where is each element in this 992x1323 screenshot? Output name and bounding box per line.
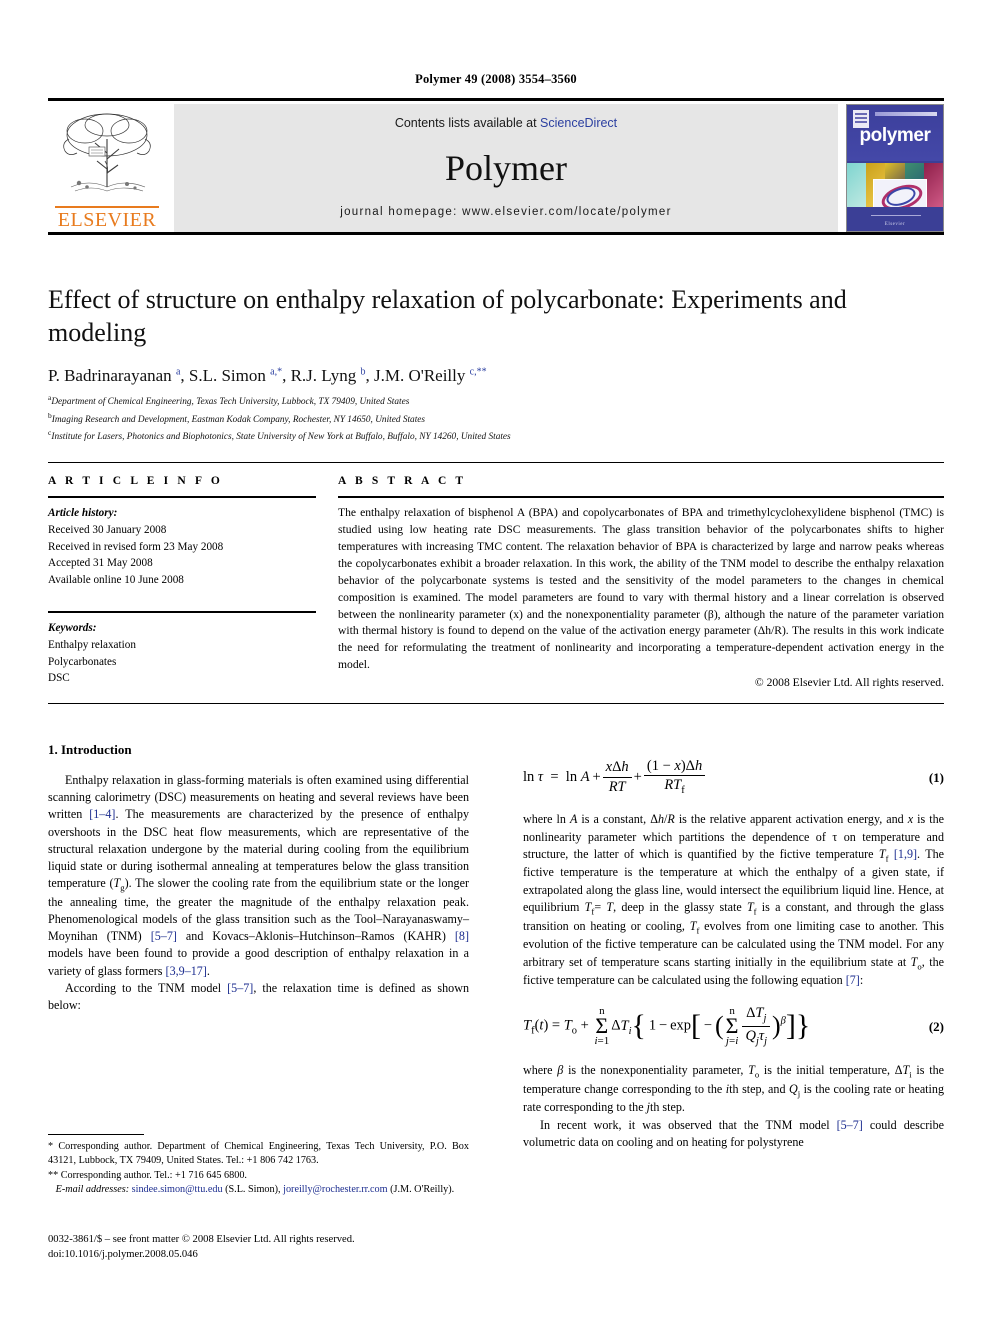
sciencedirect-link[interactable]: ScienceDirect [540,116,617,130]
email-link-2[interactable]: joreilly@rochester.rr.com [283,1184,387,1195]
intro-paragraph-3: where ln A is a constant, Δh/R is the re… [523,812,944,988]
abstract-text: The enthalpy relaxation of bisphenol A (… [338,506,944,672]
equation-2-number: (2) [928,1018,944,1034]
article-title: Effect of structure on enthalpy relaxati… [48,285,847,347]
article-history-label: Article history: [48,507,118,519]
equation-2-row: Tf(t) = To + n Σi=1ΔTi{ 1 − exp[ − (n Σj=i… [523,1005,944,1047]
intro-paragraph-2: According to the TNM model [5–7], the re… [48,980,470,1012]
abstract-heading: A B S T R A C T [338,475,467,487]
intro-paragraph-5: In recent work, it was observed that the… [523,1117,944,1149]
info-abstract-block: A R T I C L E I N F O Article history: R… [48,462,944,705]
elsevier-logo: ELSEVIER [48,104,166,232]
affiliation-list: aDepartment of Chemical Engineering, Tex… [48,392,928,445]
corresponding-author-note-1: * Corresponding author. Department of Ch… [48,1141,469,1167]
cover-footer-rule [871,215,921,216]
masthead-bottom-rule [48,232,944,235]
body-columns: 1. Introduction Enthalpy relaxation in g… [48,742,944,1151]
keyword-item: Polycarbonates [48,655,117,668]
affiliation-item: bImaging Research and Development, Eastm… [48,410,426,425]
section-heading-introduction: 1. Introduction [48,742,132,757]
history-item: Available online 10 June 2008 [48,574,184,587]
email-addresses-note: E-mail addresses: sindee.simon@ttu.edu (… [48,1183,469,1197]
abstract-rule [338,496,944,498]
body-column-left: 1. Introduction Enthalpy relaxation in g… [48,742,469,1151]
journal-masthead: ELSEVIER Contents lists available at Sci… [48,98,944,235]
article-history: Article history: Received 30 January 200… [48,505,316,589]
masthead-center-band: Contents lists available at ScienceDirec… [174,104,838,232]
article-info-column: A R T I C L E I N F O Article history: R… [48,475,316,689]
history-item: Accepted 31 May 2008 [48,557,153,570]
keywords-rule [48,610,316,613]
equation-1-row: ln τ = ln A + xΔh RT + (1 − x)Δh RTf (1) [523,758,944,797]
cover-journal-title: polymer [859,125,931,146]
intro-paragraph-1: Enthalpy relaxation in glass-forming mat… [48,773,470,978]
body-column-right: ln τ = ln A + xΔh RT + (1 − x)Δh RTf (1) wher… [523,742,944,1151]
elsevier-wordmark: ELSEVIER [55,206,159,230]
elsevier-tree-icon [63,113,151,192]
abstract-column: A B S T R A C T The enthalpy relaxation … [338,475,944,689]
history-item: Received 30 January 2008 [48,523,167,536]
running-head: Polymer 49 (2008) 3554–3560 [415,72,577,86]
email-link-1[interactable]: sindee.simon@ttu.edu [132,1184,223,1195]
email-owner-1: (S.L. Simon), [225,1184,281,1196]
contents-available-line: Contents lists available at ScienceDirec… [395,116,617,130]
journal-article-page: Polymer 49 (2008) 3554–3560 ELSEVIER Con… [0,0,992,1323]
keywords-block: Keywords: Enthalpy relaxation Polycarbon… [48,620,316,687]
info-bottom-rule [48,703,944,705]
corresponding-author-note-2: ** Corresponding author. Tel.: +1 716 64… [48,1169,247,1181]
abstract-copyright: © 2008 Elsevier Ltd. All rights reserved… [754,676,944,690]
email-owner-2: (J.M. O'Reilly). [390,1184,455,1196]
keyword-item: DSC [48,672,70,685]
keywords-label: Keywords: [48,621,97,634]
keyword-item: Enthalpy relaxation [48,638,136,651]
article-info-heading: A R T I C L E I N F O [48,475,223,487]
equation-1-number: (1) [928,769,944,785]
cover-bottom-band [847,207,943,231]
cover-publisher-footer: Elsevier [884,222,906,227]
equation-2: Tf(t) = To + n Σi=1ΔTi{ 1 − exp[ − (n Σj=i… [523,1005,811,1047]
doi-line: doi:10.1016/j.polymer.2008.05.046 [48,1249,198,1261]
journal-homepage-link[interactable]: journal homepage: www.elsevier.com/locat… [340,206,672,218]
journal-title: Polymer [445,148,567,188]
issn-copyright-line: 0032-3861/$ – see front matter © 2008 El… [48,1234,355,1245]
equation-1: ln τ = ln A + xΔh RT + (1 − x)Δh RTf [523,758,707,797]
journal-cover-thumbnail[interactable]: polymer Elsevier [846,104,944,232]
intro-paragraph-4: where β is the nonexponentiality paramet… [523,1062,944,1115]
cover-stripe [875,112,937,116]
info-top-rule [48,462,944,463]
page-footer: 0032-3861/$ – see front matter © 2008 El… [48,1232,548,1263]
history-item: Received in revised form 23 May 2008 [48,540,224,553]
affiliation-item: cInstitute for Lasers, Photonics and Bio… [48,428,511,443]
masthead-top-rule [48,98,944,101]
affiliation-item: aDepartment of Chemical Engineering, Tex… [48,393,410,408]
contents-prefix: Contents lists available at [394,116,541,130]
email-label: E-mail addresses: [55,1184,130,1196]
footnote-block: * Corresponding author. Department of Ch… [48,1134,469,1198]
footnote-rule [48,1134,144,1135]
author-list: P. Badrinarayanan a, S.L. Simon a,*, R.J… [48,366,487,385]
article-info-rule [48,496,316,498]
